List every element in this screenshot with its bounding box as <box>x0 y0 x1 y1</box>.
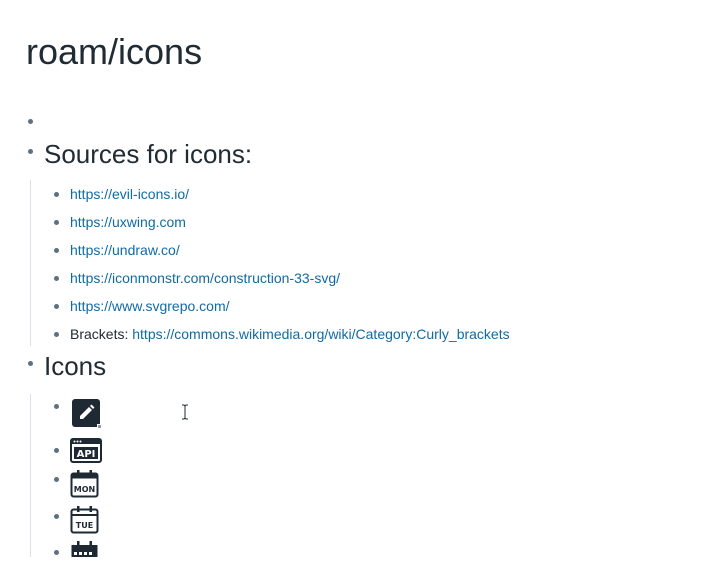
calendar-grid-icon <box>70 541 100 562</box>
source-link-svgrepo[interactable]: https://www.svgrepo.com/ <box>70 296 230 316</box>
sources-heading[interactable]: Sources for icons: <box>44 138 252 170</box>
source-bullet[interactable] <box>54 220 59 225</box>
source-link-iconmonstr[interactable]: https://iconmonstr.com/construction-33-s… <box>70 268 340 288</box>
page-title[interactable]: roam/icons <box>26 28 202 76</box>
source-bullet[interactable] <box>54 276 59 281</box>
source-bullet[interactable] <box>54 248 59 253</box>
source-link-undraw[interactable]: https://undraw.co/ <box>70 240 180 260</box>
source-bullet[interactable] <box>54 192 59 197</box>
block-bullet-icons[interactable] <box>28 361 33 366</box>
source-link-evil-icons[interactable]: https://evil-icons.io/ <box>70 184 189 204</box>
calendar-tue-icon: TUE <box>70 506 100 539</box>
source-link-wikimedia[interactable]: https://commons.wikimedia.org/wiki/Categ… <box>132 326 509 342</box>
api-icon: API <box>70 438 102 469</box>
sources-children-guide <box>30 180 31 346</box>
calendar-mon-label: MON <box>74 485 95 494</box>
icon-bullet[interactable] <box>54 448 59 453</box>
icons-heading[interactable]: Icons <box>44 350 106 382</box>
pencil-edit-icon <box>72 399 102 434</box>
source-link-uxwing[interactable]: https://uxwing.com <box>70 212 186 232</box>
calendar-mon-icon: MON <box>70 470 100 503</box>
icon-bullet[interactable] <box>54 550 59 555</box>
brackets-label: Brackets: <box>70 326 133 342</box>
icon-bullet[interactable] <box>54 514 59 519</box>
source-bullet[interactable] <box>54 304 59 309</box>
api-icon-label: API <box>77 449 96 460</box>
icons-children-guide <box>30 394 31 557</box>
text-cursor-icon <box>181 404 189 420</box>
icon-bullet[interactable] <box>54 404 59 409</box>
calendar-tue-label: TUE <box>76 521 93 530</box>
block-bullet-sources[interactable] <box>28 149 33 154</box>
block-bullet-empty[interactable] <box>28 119 33 124</box>
source-brackets-block[interactable]: Brackets: https://commons.wikimedia.org/… <box>70 324 510 344</box>
icon-bullet[interactable] <box>54 477 59 482</box>
source-bullet[interactable] <box>54 332 59 337</box>
